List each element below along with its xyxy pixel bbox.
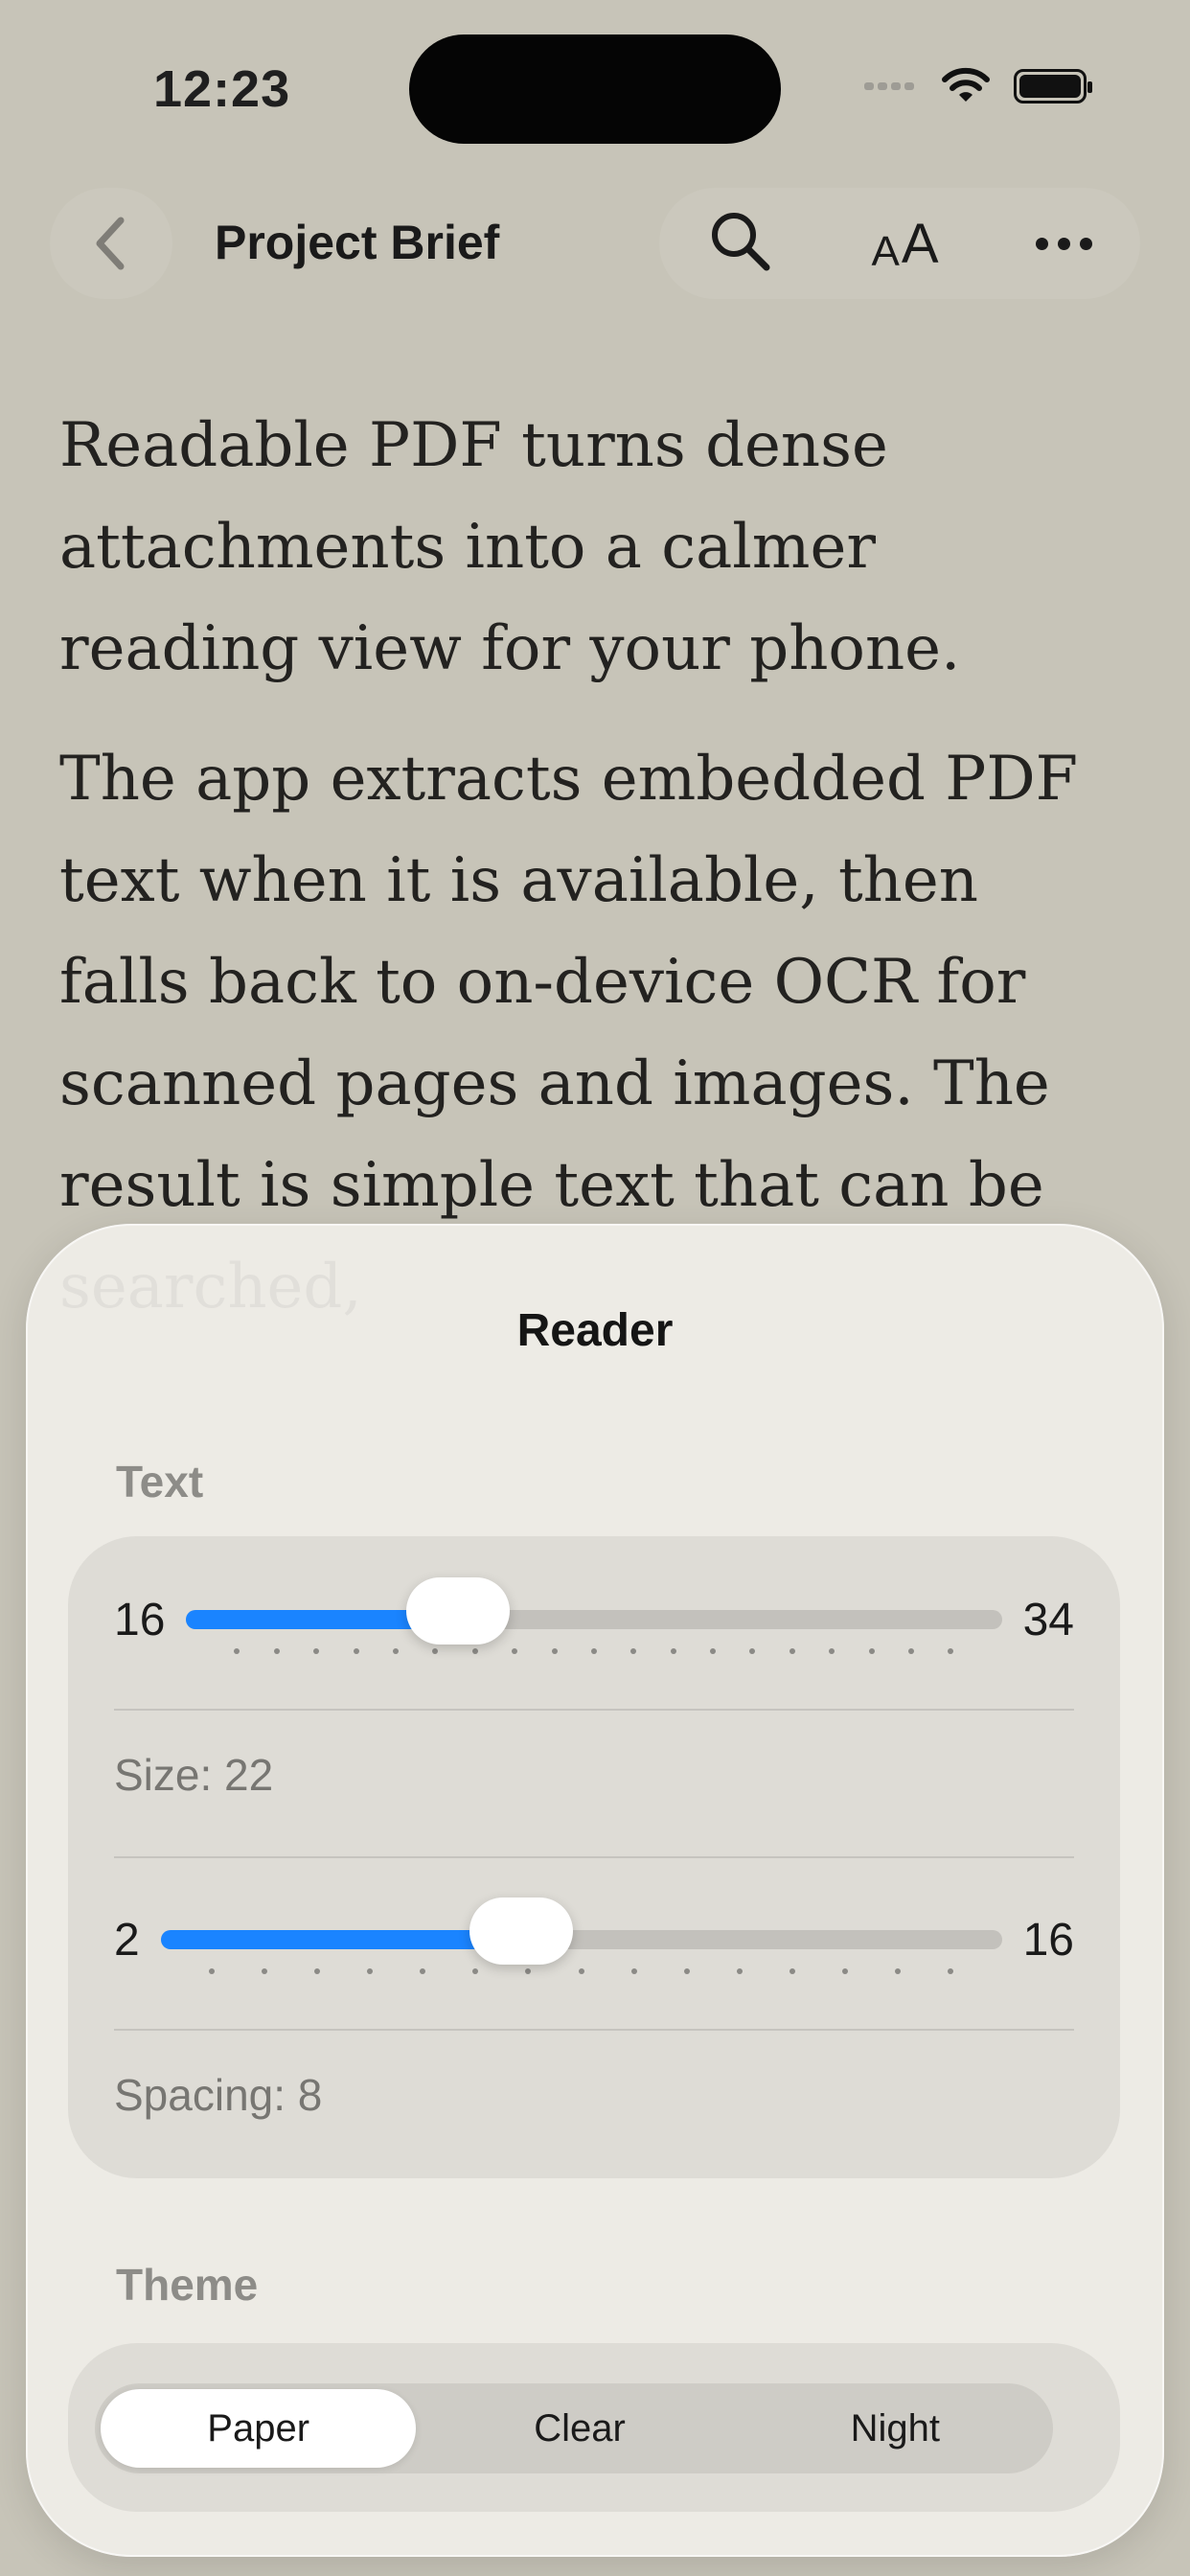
slider-tick (842, 1968, 849, 1974)
dynamic-island (409, 34, 781, 144)
slider-tick (670, 1648, 676, 1654)
slider-tick (261, 1968, 267, 1974)
article-body: Readable PDF turns dense attachments int… (59, 395, 1123, 1367)
slider-tick (392, 1648, 399, 1654)
theme-segmented-control: Paper Clear Night (95, 2383, 1053, 2473)
divider (114, 2029, 1074, 2031)
slider-tick (367, 1968, 374, 1974)
theme-section-label: Theme (116, 2260, 259, 2310)
back-button[interactable] (50, 188, 172, 299)
more-button[interactable] (1035, 237, 1092, 250)
reader-settings-sheet: Reader Text 16 34 Size: 22 2 16 Spacing:… (26, 1224, 1164, 2557)
slider-tick (273, 1648, 280, 1654)
slider-tick (208, 1968, 215, 1974)
size-slider-max: 34 (1022, 1594, 1074, 1645)
slider-tick (313, 1968, 320, 1974)
search-icon (712, 212, 770, 270)
status-time: 12:23 (153, 60, 291, 118)
theme-option-clear[interactable]: Clear (422, 2383, 737, 2473)
status-icons (864, 67, 1092, 105)
slider-tick (420, 1968, 426, 1974)
ellipsis-icon (1035, 237, 1048, 250)
slider-tick (471, 1648, 478, 1654)
slider-tick (789, 1648, 795, 1654)
divider (114, 1856, 1074, 1858)
text-section-label: Text (116, 1457, 204, 1506)
slider-tick (578, 1968, 584, 1974)
slider-tick (313, 1648, 320, 1654)
page-title: Project Brief (215, 216, 500, 269)
slider-tick (353, 1648, 359, 1654)
slider-tick (512, 1648, 518, 1654)
spacing-slider-row: 2 16 (114, 1887, 1074, 1992)
size-slider[interactable] (186, 1577, 1002, 1654)
slider-tick (472, 1968, 479, 1974)
size-value-label: Size: 22 (114, 1750, 274, 1800)
text-settings-card: 16 34 Size: 22 2 16 Spacing: 8 (68, 1536, 1120, 2178)
sheet-title: Reader (516, 1305, 674, 1356)
slider-tick (790, 1968, 796, 1974)
toolbar-actions: AA (659, 188, 1140, 299)
spacing-slider-thumb[interactable] (469, 1898, 573, 1965)
slider-tick (895, 1968, 902, 1974)
spacing-slider[interactable] (160, 1898, 1002, 1974)
navigation-bar: Project Brief AA (50, 188, 1140, 299)
slider-tick (525, 1968, 532, 1974)
slider-tick (590, 1648, 597, 1654)
slider-tick (749, 1648, 756, 1654)
size-slider-row: 16 34 (114, 1567, 1074, 1672)
spacing-slider-max: 16 (1022, 1914, 1074, 1966)
article-paragraph: Readable PDF turns dense attachments int… (59, 410, 961, 684)
slider-tick (234, 1648, 240, 1654)
divider (114, 1709, 1074, 1711)
slider-tick (736, 1968, 743, 1974)
spacing-slider-min: 2 (114, 1914, 140, 1966)
theme-option-paper[interactable]: Paper (101, 2389, 417, 2468)
slider-tick (710, 1648, 717, 1654)
slider-tick (868, 1648, 875, 1654)
text-size-button[interactable]: AA (871, 212, 938, 276)
slider-tick (948, 1968, 954, 1974)
spacing-value-label: Spacing: 8 (114, 2070, 323, 2120)
chevron-left-icon (96, 217, 125, 270)
battery-icon (1014, 69, 1092, 104)
search-button[interactable] (707, 208, 774, 280)
slider-tick (908, 1648, 915, 1654)
wifi-icon (942, 67, 990, 102)
text-size-icon: AA (871, 212, 939, 275)
size-slider-min: 16 (114, 1594, 166, 1645)
theme-option-night[interactable]: Night (738, 2383, 1053, 2473)
cellular-signal-icon (864, 78, 918, 95)
slider-tick (948, 1648, 954, 1654)
slider-tick (683, 1968, 690, 1974)
slider-tick (829, 1648, 835, 1654)
slider-tick (432, 1648, 439, 1654)
status-bar: 12:23 (0, 0, 1190, 182)
slider-tick (551, 1648, 558, 1654)
slider-tick (630, 1968, 637, 1974)
size-slider-thumb[interactable] (406, 1577, 511, 1644)
slider-tick (630, 1648, 637, 1654)
